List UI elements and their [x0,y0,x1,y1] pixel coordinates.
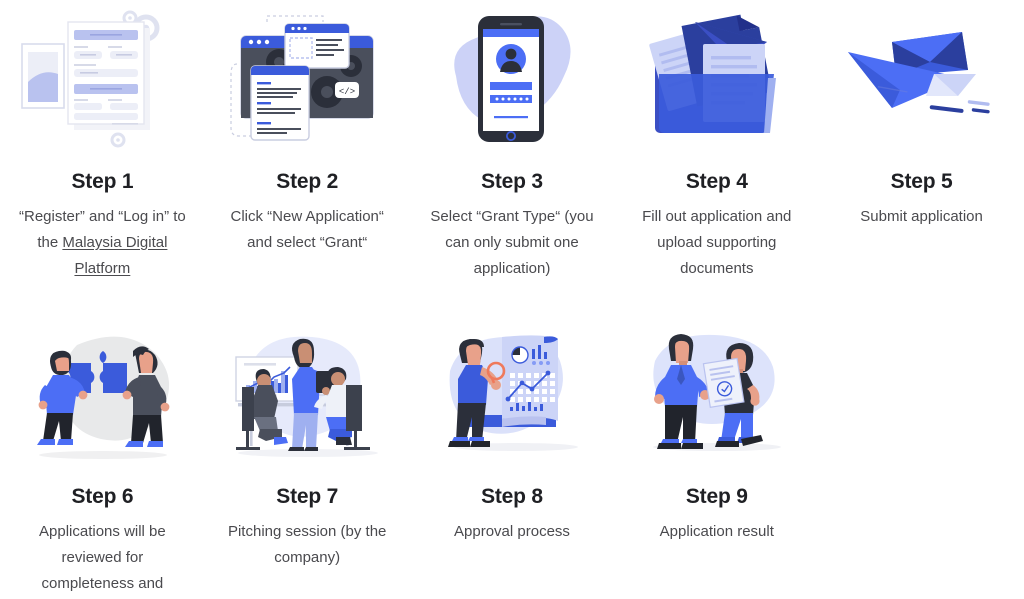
step-title: Step 1 [71,170,134,193]
step-card-6: Step 6 Applications will be reviewed for… [0,315,205,599]
step-card-1: Step 1 “Register” and “Log in” to the Ma… [0,0,205,315]
two-people-certificate-illustration [622,319,811,469]
meeting-presentation-illustration [213,319,402,469]
step-title: Step 9 [685,485,748,508]
step-card-2: </> Step 2 Click “New Application“ and s… [205,0,410,315]
step-description: Pitching session (by the company) [227,523,387,566]
step-description: Fill out application and upload supporti… [642,208,792,277]
two-people-puzzle-illustration [8,319,197,469]
folder-documents-envelope-illustration [622,4,811,154]
step-card-5: Step 5 Submit application [819,0,1024,315]
person-reviewing-chart-illustration [418,319,607,469]
step-card-3: Step 3 Select “Grant Type“ (you can only… [410,0,615,315]
step-title: Step 4 [685,170,748,193]
step-card-4: Step 4 Fill out application and upload s… [614,0,819,315]
step-description: Applications will be reviewed for comple… [39,523,166,592]
step-description: Application result [659,523,774,540]
steps-grid: Step 1 “Register” and “Log in” to the Ma… [0,0,1024,599]
step-title: Step 8 [481,485,543,508]
step-card-8: Step 8 Approval process [410,315,615,599]
step-card-7: Step 7 Pitching session (by the company) [205,315,410,599]
step-description: Select “Grant Type“ (you can only submit… [430,208,594,277]
step-title: Step 3 [481,170,543,193]
step-card-9: Step 9 Application result [614,315,819,599]
mobile-login-illustration [418,4,607,154]
step-description: Submit application [860,208,983,225]
step-description: “Register” and “Log in” to the Malaysia … [13,204,191,281]
step-description: Click “New Application“ and select “Gran… [230,208,384,251]
grid-empty-cell [819,315,1024,599]
step-title: Step 5 [890,170,953,193]
step-title: Step 7 [276,485,339,508]
step-title: Step 2 [276,170,339,193]
documents-settings-illustration [8,4,197,154]
malaysia-digital-platform-link[interactable]: Malaysia Digital Platform [62,234,167,277]
step-description: Approval process [454,523,570,540]
browser-windows-gears-illustration: </> [213,4,402,154]
step-title: Step 6 [71,485,134,508]
svg-text:</>: </> [339,87,355,97]
paper-plane-envelope-illustration [827,4,1016,154]
